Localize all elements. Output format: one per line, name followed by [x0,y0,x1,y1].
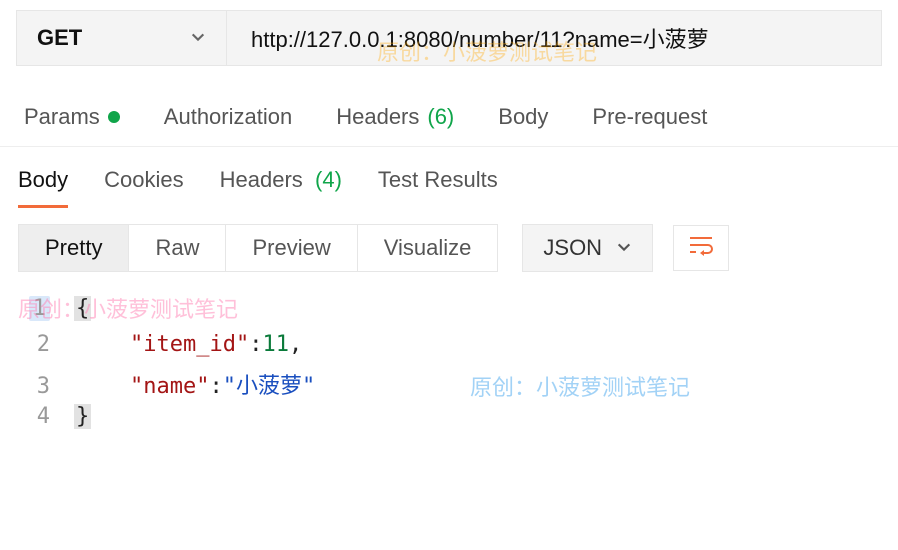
code-token: { [74,296,91,321]
response-body[interactable]: 原创：小菠萝测试笔记 原创：小菠萝测试笔记 1 { 2 "item_id": 1… [0,288,898,448]
res-tab-tests[interactable]: Test Results [378,167,498,208]
res-tab-body[interactable]: Body [18,167,68,208]
view-label: Raw [155,235,199,260]
request-bar: GET 原创：小菠萝测试笔记 [0,0,898,76]
view-raw[interactable]: Raw [129,225,226,271]
code-token: 11 [262,332,289,357]
code-token: : [209,374,222,399]
view-label: Visualize [384,235,472,260]
view-visualize[interactable]: Visualize [358,225,498,271]
chevron-down-icon [190,25,206,51]
tab-headers[interactable]: Headers (6) [336,104,454,130]
url-input[interactable] [251,25,857,51]
tab-body[interactable]: Body [498,104,548,130]
view-mode-row: Pretty Raw Preview Visualize JSON [0,208,898,288]
url-field-wrapper: 原创：小菠萝测试笔记 [226,10,882,66]
line-number: 3 [18,374,74,399]
view-pretty[interactable]: Pretty [19,225,129,271]
code-line: 2 "item_id": 11, [18,332,880,368]
response-tabs: Body Cookies Headers (4) Test Results [0,147,898,208]
tab-authorization[interactable]: Authorization [164,104,292,130]
wrap-icon [688,234,714,262]
headers-count: (4) [315,167,342,192]
code-token: "name" [130,374,209,399]
headers-count: (6) [427,104,454,130]
status-dot-icon [108,111,120,123]
view-preview[interactable]: Preview [226,225,357,271]
tab-label: Params [24,104,100,130]
format-select[interactable]: JSON [522,224,653,272]
code-token: : [249,332,262,357]
tab-params[interactable]: Params [24,104,120,130]
view-label: Pretty [45,235,102,260]
code-line: 3 "name": "小菠萝" [18,368,880,404]
tab-label: Body [18,167,68,192]
code-token: "小菠萝" [223,368,316,400]
code-token: "item_id" [130,332,249,357]
tab-label: Pre-request [592,104,707,130]
code-token: } [74,404,91,429]
view-label: Preview [252,235,330,260]
code-line: 1 { [18,296,880,332]
res-tab-cookies[interactable]: Cookies [104,167,183,208]
chevron-down-icon [616,235,632,261]
tab-label: Headers [336,104,419,130]
line-number: 1 [18,296,74,321]
code-line: 4 } [18,404,880,440]
tab-label: Cookies [104,167,183,192]
format-label: JSON [543,235,602,261]
code-token: , [289,332,302,357]
tab-label: Test Results [378,167,498,192]
view-mode-tabs: Pretty Raw Preview Visualize [18,224,498,272]
line-number: 4 [18,404,74,429]
wrap-lines-button[interactable] [673,225,729,271]
res-tab-headers[interactable]: Headers (4) [220,167,342,208]
tab-label: Body [498,104,548,130]
line-number: 2 [18,332,74,357]
tab-label: Authorization [164,104,292,130]
tab-prerequest[interactable]: Pre-request [592,104,707,130]
tab-label: Headers [220,167,303,192]
http-method-select[interactable]: GET [16,10,226,66]
http-method-label: GET [37,25,82,51]
request-tabs: Params Authorization Headers (6) Body Pr… [0,76,898,147]
